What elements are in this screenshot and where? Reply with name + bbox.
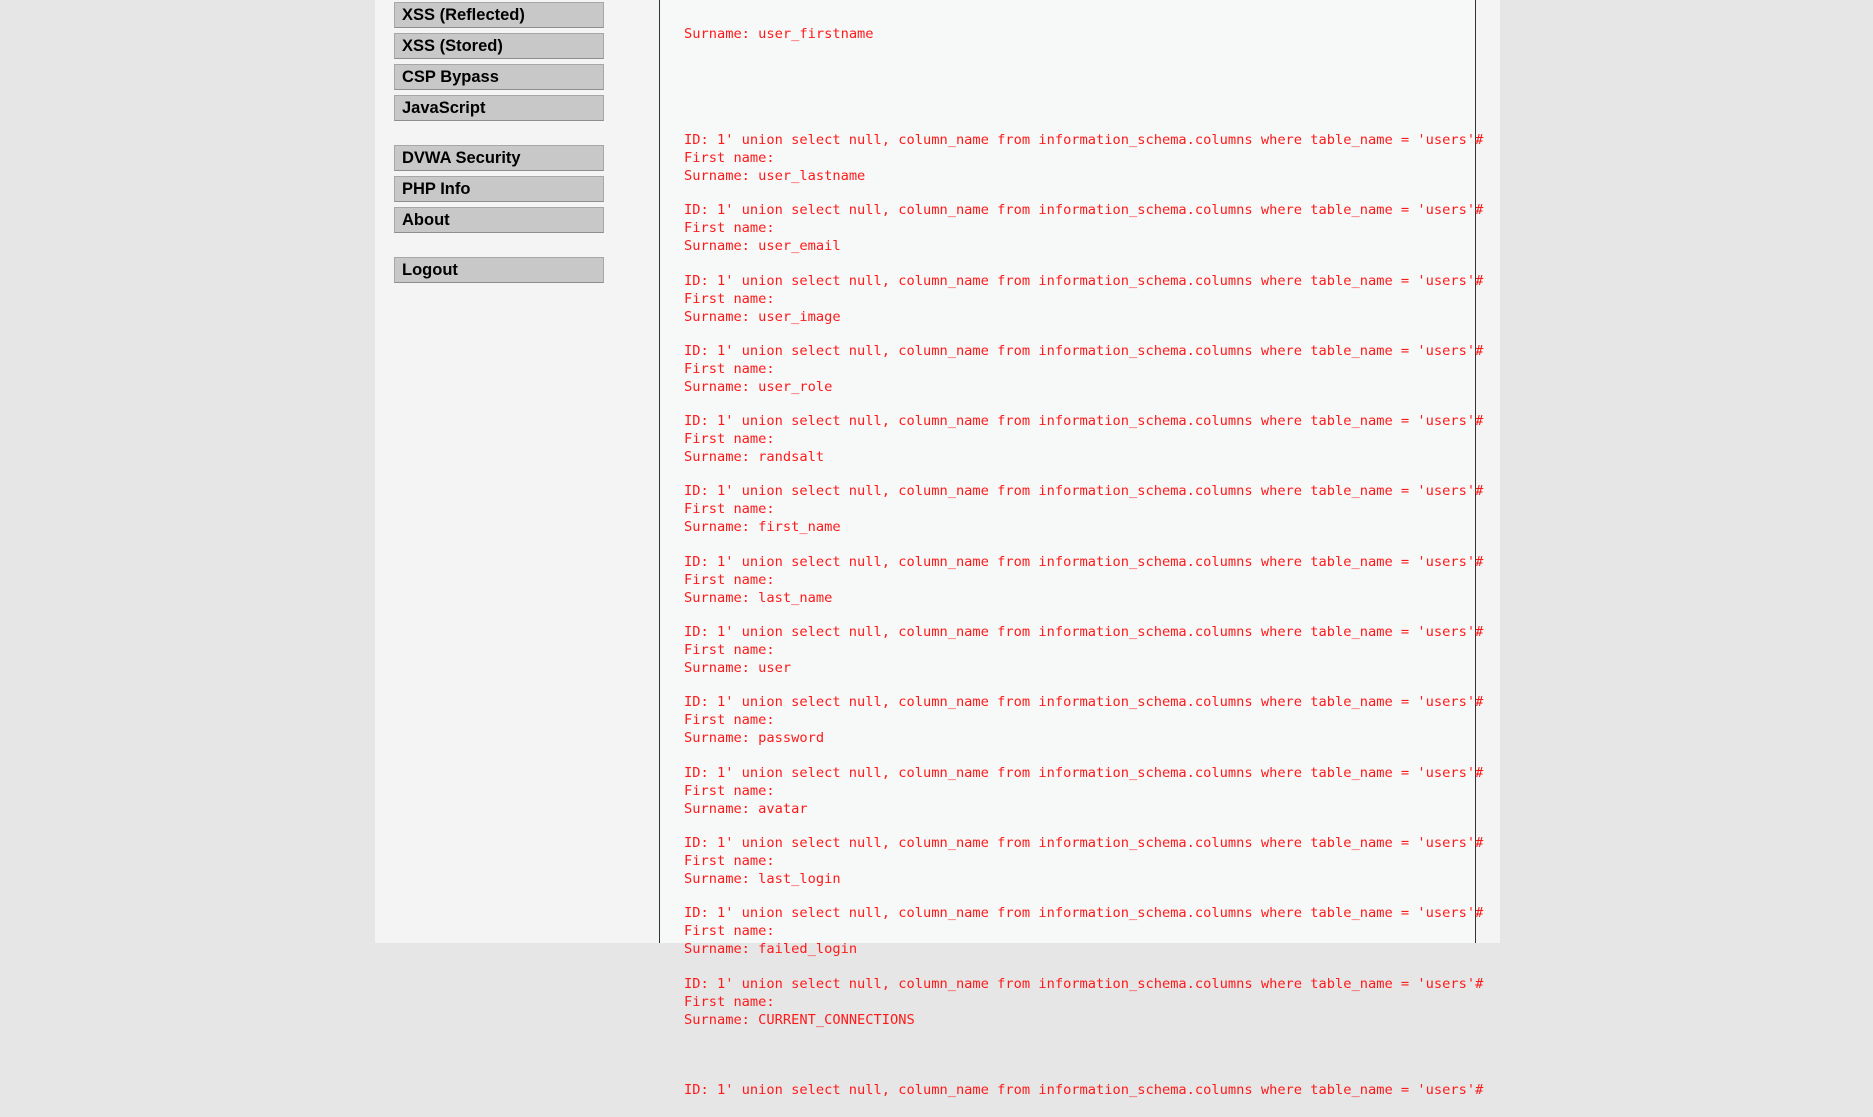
- result-record: ID: 1' union select null, column_name fr…: [684, 272, 1873, 342]
- result-surname-line: Surname: user_role: [684, 378, 833, 395]
- result-record: ID: 1' union select null, column_name fr…: [684, 975, 1873, 1045]
- result-id-line: ID: 1' union select null, column_name fr…: [684, 342, 1484, 359]
- result-first-name-line: First name:: [684, 290, 783, 307]
- result-id-line: ID: 1' union select null, column_name fr…: [684, 905, 1484, 922]
- result-record: ID: 1' union select null, column_name fr…: [684, 834, 1873, 904]
- result-id-line: ID: 1' union select null, column_name fr…: [684, 132, 1484, 148]
- result-id-line: ID: 1' union select null, column_name fr…: [684, 694, 1484, 711]
- partial-id-line: ID: 1' union select null, column_name fr…: [684, 1081, 1484, 1098]
- result-surname-line: Surname: randsalt: [684, 449, 825, 466]
- surname-value: first_name: [758, 519, 841, 536]
- result-surname-line: Surname: user_email: [684, 238, 841, 255]
- result-first-name-line: First name:: [684, 150, 783, 166]
- surname-value: user_email: [758, 238, 841, 255]
- result-first-name-line: First name:: [684, 360, 783, 377]
- result-record: ID: 1' union select null, column_name fr…: [684, 201, 1873, 271]
- menu-item-xss-reflected[interactable]: XSS (Reflected): [394, 2, 604, 28]
- result-id-line: ID: 1' union select null, column_name fr…: [684, 834, 1484, 851]
- main-menu: XSS (Reflected) XSS (Stored) CSP Bypass …: [394, 0, 606, 307]
- menu-item-php-info[interactable]: PHP Info: [394, 176, 604, 202]
- result-first-name-line: First name:: [684, 782, 783, 799]
- result-id-line: ID: 1' union select null, column_name fr…: [684, 624, 1484, 641]
- menu-item-about[interactable]: About: [394, 207, 604, 233]
- surname-value: user_image: [758, 308, 841, 325]
- result-record: ID: 1' union select null, column_name fr…: [684, 342, 1873, 412]
- result-record: ID: 1' union select null, column_name fr…: [684, 482, 1873, 552]
- result-record: ID: 1' union select null, column_name fr…: [684, 553, 1873, 623]
- result-id-line: ID: 1' union select null, column_name fr…: [684, 413, 1484, 430]
- menu-item-logout[interactable]: Logout: [394, 257, 604, 283]
- result-surname-line: Surname: password: [684, 730, 825, 747]
- result-record: ID: 1' union select null, column_name fr…: [684, 412, 1873, 482]
- result-surname-line: Surname: first_name: [684, 519, 841, 536]
- result-surname-line: Surname: last_name: [684, 589, 833, 606]
- result-first-name-line: First name:: [684, 431, 783, 448]
- surname-value: user_lastname: [758, 168, 866, 184]
- result-surname-line: Surname: CURRENT_CONNECTIONS: [684, 1011, 915, 1028]
- menu-item-dvwa-security[interactable]: DVWA Security: [394, 145, 604, 171]
- result-surname-line: Surname: avatar: [684, 800, 808, 817]
- result-first-name-line: First name:: [684, 642, 783, 659]
- surname-value: password: [758, 730, 825, 747]
- surname-value: last_login: [758, 870, 841, 887]
- result-first-name-line: First name:: [684, 993, 783, 1010]
- surname-value: randsalt: [758, 449, 825, 466]
- result-id-line: ID: 1' union select null, column_name fr…: [684, 975, 1484, 992]
- result-first-name-line: First name:: [684, 220, 783, 237]
- result-first-name-line: First name:: [684, 571, 783, 588]
- surname-value: user_role: [758, 378, 833, 395]
- result-surname-line: Surname: user_lastname: [684, 168, 866, 184]
- menu-item-javascript[interactable]: JavaScript: [394, 95, 604, 121]
- result-record: ID: 1' union select null, column_name fr…: [684, 131, 1873, 201]
- surname-value: user: [758, 660, 792, 677]
- result-record: ID: 1' union select null, column_name fr…: [684, 904, 1873, 974]
- result-first-name-line: First name:: [684, 923, 783, 940]
- menu-group-settings: DVWA Security PHP Info About: [394, 145, 606, 233]
- menu-group-session: Logout: [394, 257, 606, 283]
- result-id-line: ID: 1' union select null, column_name fr…: [684, 553, 1484, 570]
- partial-surname-line: Surname: user_firstname: [684, 26, 874, 42]
- result-surname-line: Surname: last_login: [684, 870, 841, 887]
- surname-value: failed_login: [758, 941, 858, 958]
- result-surname-line: Surname: user_image: [684, 308, 841, 325]
- result-id-line: ID: 1' union select null, column_name fr…: [684, 202, 1484, 219]
- result-first-name-line: First name:: [684, 852, 783, 869]
- result-first-name-line: First name:: [684, 501, 783, 518]
- surname-value: avatar: [758, 800, 808, 817]
- menu-group-vulnerabilities: XSS (Reflected) XSS (Stored) CSP Bypass …: [394, 2, 606, 121]
- result-surname-line: Surname: user: [684, 660, 792, 677]
- result-record-list: ID: 1' union select null, column_name fr…: [684, 131, 1873, 1045]
- result-id-line: ID: 1' union select null, column_name fr…: [684, 272, 1484, 289]
- surname-value: CURRENT_CONNECTIONS: [758, 1011, 915, 1028]
- surname-value: last_name: [758, 589, 833, 606]
- sql-injection-results: Surname: user_firstname ID: 1' union sel…: [684, 0, 1873, 1117]
- result-record: ID: 1' union select null, column_name fr…: [684, 764, 1873, 834]
- result-record: ID: 1' union select null, column_name fr…: [684, 623, 1873, 693]
- menu-item-xss-stored[interactable]: XSS (Stored): [394, 33, 604, 59]
- result-first-name-line: First name:: [684, 712, 783, 729]
- result-id-line: ID: 1' union select null, column_name fr…: [684, 483, 1484, 500]
- result-record: ID: 1' union select null, column_name fr…: [684, 693, 1873, 763]
- menu-item-csp-bypass[interactable]: CSP Bypass: [394, 64, 604, 90]
- result-id-line: ID: 1' union select null, column_name fr…: [684, 764, 1484, 781]
